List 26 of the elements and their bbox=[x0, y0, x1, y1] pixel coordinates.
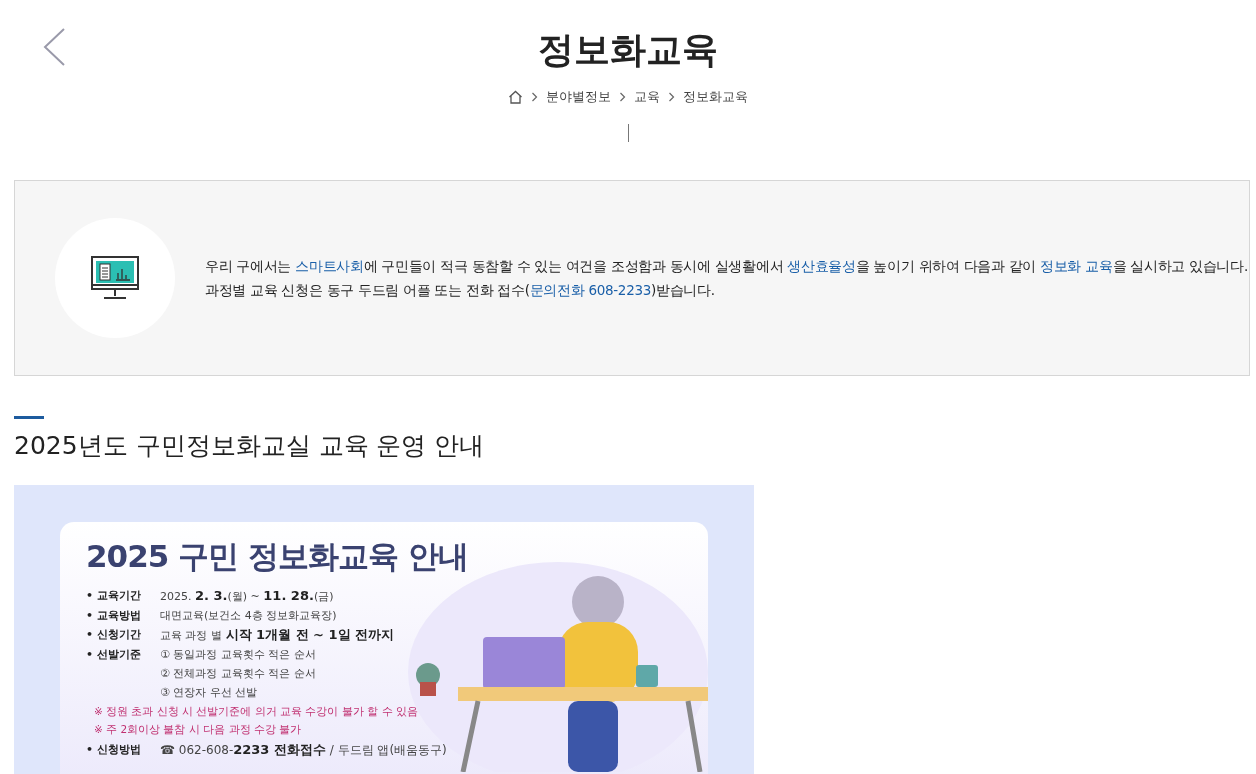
breadcrumb-link[interactable]: 교육 bbox=[634, 88, 660, 106]
poster-value: 대면교육(보건소 4층 정보화교육장) bbox=[160, 608, 337, 624]
intro-text: 우리 구에서는 스마트사회 에 구민들이 적극 동참할 수 있는 여건을 조성함과 동시에 실생활에서 생산효율성 을 높이기 위하여 다음과 같이 정보화 교육을 실시하고 있습니다. bbox=[205, 257, 1248, 276]
poster-note: ※ 주 2회이상 불참 시 다음 과정 수강 불가 bbox=[93, 722, 303, 737]
breadcrumb-link[interactable]: 분야별정보 bbox=[546, 88, 611, 106]
poster-value: 2025. 2. 3.(월) ~ 11. 28.(금) bbox=[160, 587, 334, 605]
poster-label: • 신청방법 bbox=[86, 742, 142, 758]
section-heading: 2025년도 구민정보화교실 교육 운영 안내 bbox=[14, 430, 486, 462]
poster-label: • 교육기간 bbox=[86, 588, 142, 604]
page-title: 정보화교육 bbox=[538, 28, 718, 72]
intro-text: 과정별 교육 신청은 동구 두드림 어플 또는 전화 접수(문의전화 608-2233)받습니다. bbox=[205, 281, 716, 300]
chevron-right-icon bbox=[531, 92, 538, 102]
poster-value: 교육 과정 별 시작 1개월 전 ~ 1일 전까지 bbox=[160, 626, 395, 644]
poster-label: • 교육방법 bbox=[86, 608, 142, 624]
chevron-right-icon bbox=[619, 92, 626, 102]
poster-value: ③ 연장자 우선 선발 bbox=[160, 685, 259, 701]
home-icon[interactable] bbox=[508, 90, 523, 104]
breadcrumb-link[interactable]: 정보화교육 bbox=[683, 88, 748, 106]
poster-label: • 신청기간 bbox=[86, 627, 142, 643]
poster-value: ☎ 062-608-2233 전화접수 / 두드림 앱(배움동구) bbox=[160, 741, 447, 759]
poster-value: ① 동일과정 교육횟수 적은 순서 bbox=[160, 647, 316, 663]
poster-label: • 선발기준 bbox=[86, 647, 142, 663]
poster-title: 2025 구민 정보화교육 안내 bbox=[86, 537, 469, 576]
poster-note: ※ 정원 초과 신청 시 선발기준에 의거 교육 수강이 불가 할 수 있음 bbox=[93, 704, 419, 719]
chevron-right-icon bbox=[668, 92, 675, 102]
poster-value: ② 전체과정 교육횟수 적은 순서 bbox=[160, 666, 316, 682]
